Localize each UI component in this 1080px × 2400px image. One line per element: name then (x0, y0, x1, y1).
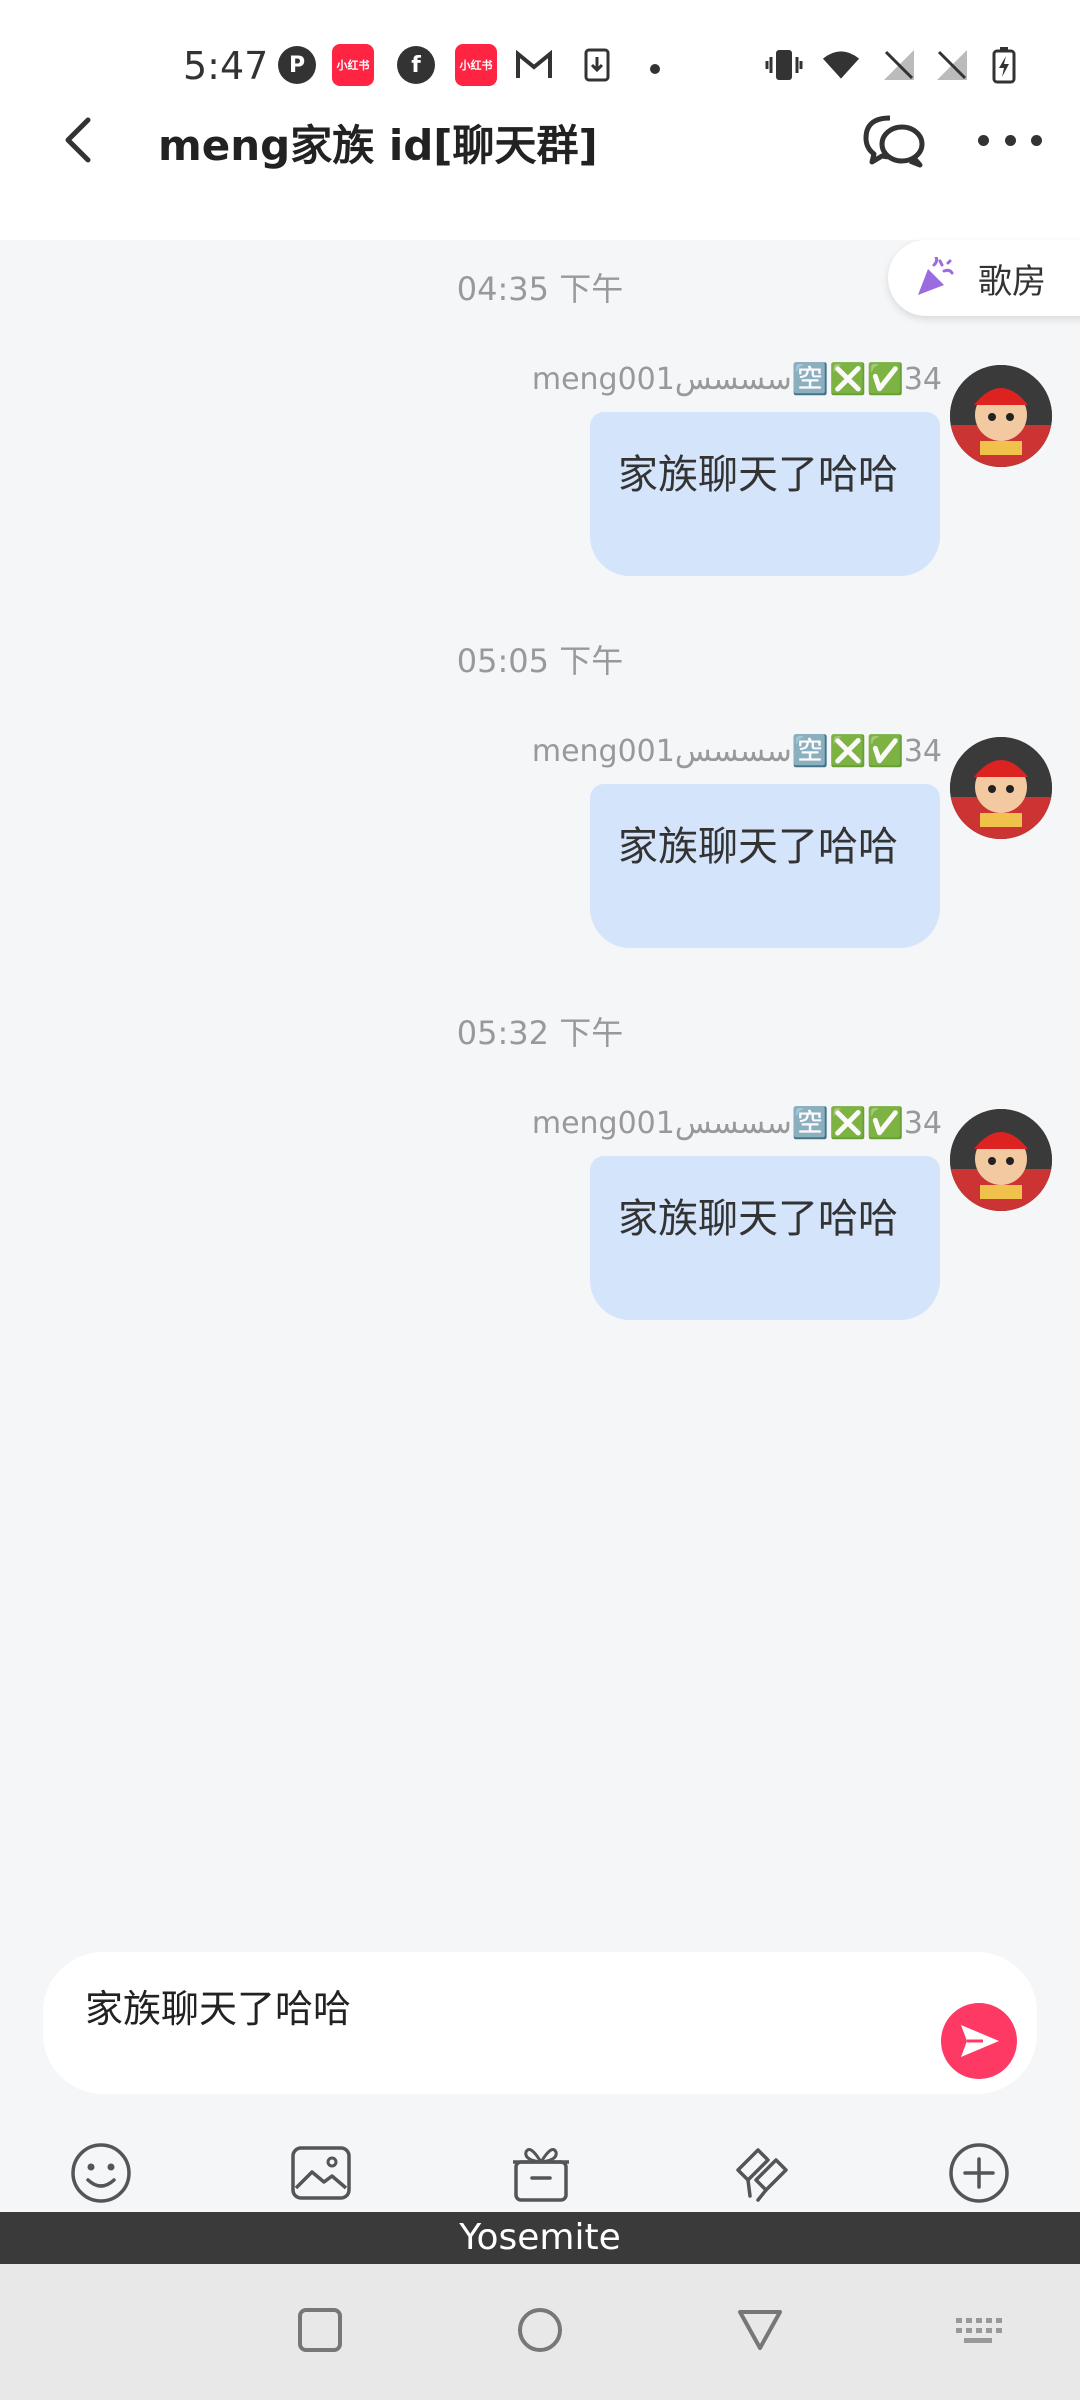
message-input[interactable]: 家族聊天了哈哈 (43, 1952, 1037, 2094)
dot-icon (1004, 134, 1016, 146)
avatar[interactable] (950, 365, 1052, 467)
status-bar: 5:47 P 小红书 f 小红书 (0, 0, 1080, 110)
back-button[interactable] (50, 110, 110, 170)
sender-name: meng001سسسس🈳❎✅34 (531, 362, 942, 397)
square-icon (298, 2308, 342, 2352)
dot-icon (1031, 134, 1042, 146)
no-sim-icon (933, 46, 971, 84)
status-time: 5:47 (183, 44, 269, 88)
dot-icon (978, 134, 989, 146)
avatar[interactable] (950, 1109, 1052, 1211)
dice-icon (736, 2148, 788, 2202)
notification-dot (650, 64, 660, 74)
message-item: meng001سسسس🈳❎✅34 家族聊天了哈哈 (0, 362, 1080, 602)
p-app-icon: P (278, 46, 316, 84)
triangle-icon (738, 2310, 782, 2350)
gift-icon (513, 2148, 569, 2202)
gmail-icon (515, 46, 553, 84)
plus-icon (949, 2143, 1009, 2203)
xiaohongshu-icon: 小红书 (455, 44, 497, 86)
gift-button[interactable] (508, 2140, 574, 2206)
chevron-left-icon (65, 117, 91, 163)
battery-charging-icon (985, 46, 1023, 84)
image-button[interactable] (288, 2140, 354, 2206)
sender-name: meng001سسسس🈳❎✅34 (531, 1106, 942, 1141)
message-timestamp: 04:35 下午 (456, 270, 624, 308)
chat-bubbles-icon (863, 115, 925, 168)
message-timestamp: 05:05 下午 (456, 642, 624, 680)
group-chat-button[interactable] (860, 110, 928, 170)
message-timestamp: 05:32 下午 (456, 1014, 624, 1052)
home-button[interactable] (514, 2304, 566, 2356)
no-sim-icon (880, 46, 918, 84)
image-icon (291, 2146, 351, 2200)
xiaohongshu-icon: 小红书 (332, 44, 374, 86)
message-input-text[interactable]: 家族聊天了哈哈 (85, 1978, 351, 2033)
chat-toolbar (0, 2140, 1080, 2210)
page-title: meng家族 id[聊天群] (158, 121, 598, 170)
more-options-button[interactable] (978, 110, 1042, 170)
send-icon (961, 2025, 999, 2057)
keyboard-switch-button[interactable] (952, 2304, 1004, 2356)
circle-icon (518, 2308, 562, 2352)
message-bubble[interactable]: 家族聊天了哈哈 (590, 1156, 940, 1320)
system-nav-bar (0, 2264, 1080, 2400)
keyboard-name-bar: Yosemite (0, 2212, 1080, 2264)
facebook-icon: f (397, 46, 435, 84)
message-bubble[interactable]: 家族聊天了哈哈 (590, 784, 940, 948)
chat-header: meng家族 id[聊天群] (0, 110, 1080, 240)
send-button[interactable] (941, 2003, 1017, 2079)
emoji-icon (71, 2143, 131, 2203)
emoji-button[interactable] (68, 2140, 134, 2206)
back-nav-button[interactable] (734, 2304, 786, 2356)
download-icon (578, 46, 616, 84)
chat-message-list[interactable]: 歌房 04:35 下午 meng001سسسس🈳❎✅34 家族聊天了哈哈 05:… (0, 240, 1080, 1950)
dice-button[interactable] (728, 2140, 794, 2206)
avatar[interactable] (950, 737, 1052, 839)
keyboard-icon (956, 2318, 1002, 2343)
message-bubble[interactable]: 家族聊天了哈哈 (590, 412, 940, 576)
vibrate-icon (765, 46, 803, 84)
sender-name: meng001سسسس🈳❎✅34 (531, 734, 942, 769)
message-item: meng001سسسس🈳❎✅34 家族聊天了哈哈 (0, 734, 1080, 974)
wifi-icon (822, 46, 860, 84)
recent-apps-button[interactable] (294, 2304, 346, 2356)
message-item: meng001سسسس🈳❎✅34 家族聊天了哈哈 (0, 1106, 1080, 1346)
more-tools-button[interactable] (946, 2140, 1012, 2206)
